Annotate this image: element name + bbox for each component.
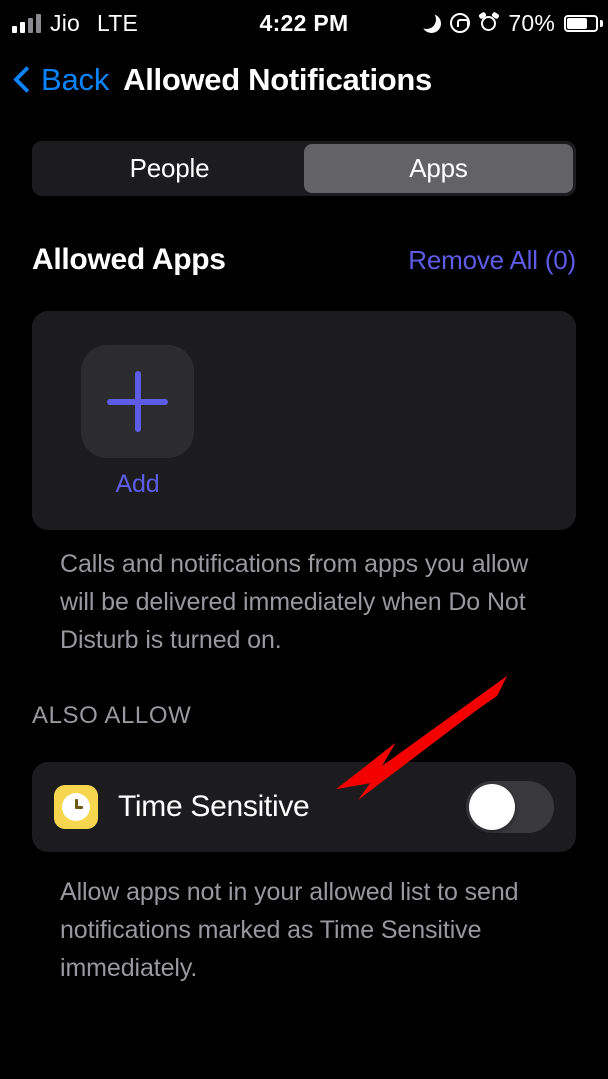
alarm-clock-icon [478,11,501,33]
also-allow-group-label: ALSO ALLOW [32,702,192,729]
rotation-lock-icon [450,13,471,33]
clock-icon [54,785,98,829]
add-app-label: Add [115,470,160,498]
time-sensitive-toggle[interactable] [466,781,554,833]
tab-apps[interactable]: Apps [304,144,573,193]
allowed-apps-title: Allowed Apps [32,243,226,276]
back-button[interactable]: Back [0,62,109,98]
tab-people[interactable]: People [35,144,304,193]
allowed-apps-header: Allowed Apps Remove All (0) [32,243,576,277]
time-sensitive-label: Time Sensitive [118,790,310,823]
add-app-tile[interactable]: Add [81,345,194,499]
allowed-apps-description: Calls and notifications from apps you al… [60,550,529,654]
page-title: Allowed Notifications [123,62,433,97]
do-not-disturb-moon-icon [417,9,442,33]
remove-all-button[interactable]: Remove All (0) [408,245,576,276]
status-bar-right: 70% [417,0,603,46]
navigation-bar: Back Allowed Notifications [0,52,608,108]
time-sensitive-row[interactable]: Time Sensitive [32,762,576,852]
status-bar: Jio LTE 4:22 PM 70% [0,0,608,46]
battery-percent-label: 70% [508,9,555,36]
toggle-knob [469,784,515,830]
segmented-control: People Apps [32,141,576,196]
chevron-left-icon [14,65,32,95]
allowed-apps-card: Add [32,311,576,530]
time-sensitive-description: Allow apps not in your allowed list to s… [60,878,519,982]
add-app-button[interactable] [81,345,194,458]
battery-icon [564,14,603,32]
phone-screen: Jio LTE 4:22 PM 70% Back Allowed Notific… [0,0,608,1079]
back-button-label: Back [41,62,110,97]
